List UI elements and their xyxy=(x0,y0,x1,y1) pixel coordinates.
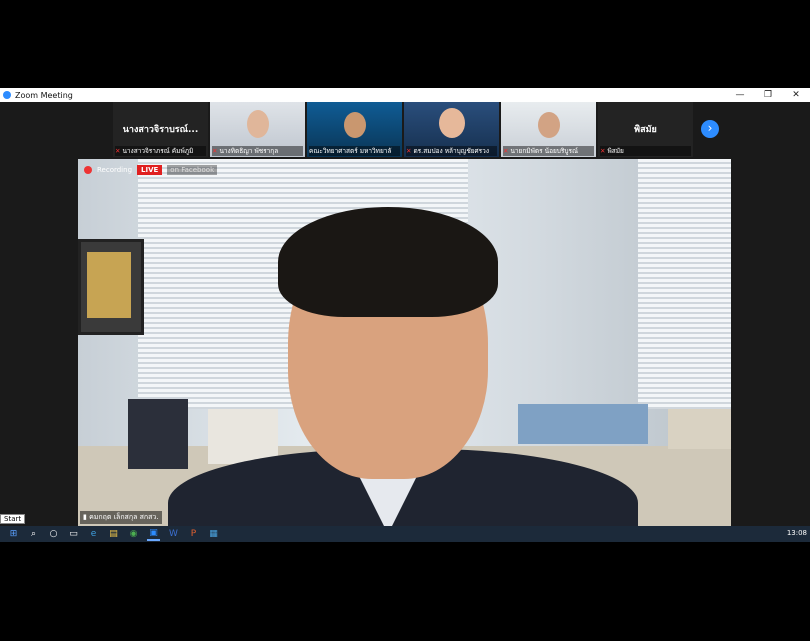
participant-caption: ✕ นางทิตธิญา พัชรากุล xyxy=(212,146,303,156)
participant-caption: ✕ ดร.สมปอง หล้าบุญชัยศรวง xyxy=(406,146,497,156)
participant-caption: คณะวิทยาศาสตร์ มหาวิทยาลั xyxy=(309,146,400,156)
search-icon[interactable]: ⌕ xyxy=(27,528,40,540)
powerpoint-icon[interactable]: P xyxy=(187,528,200,540)
mic-muted-icon: ✕ xyxy=(600,147,606,155)
participant-face xyxy=(537,112,560,138)
edge-icon[interactable]: e xyxy=(87,528,100,540)
participant-tile[interactable]: พิสมัย ✕ พิสมัย xyxy=(598,102,693,157)
active-speaker-video: Recording LIVE on Facebook ▮ คมกฤต เล็กส… xyxy=(78,159,731,526)
live-badge[interactable]: LIVE xyxy=(137,165,163,175)
zoom-icon xyxy=(3,91,11,99)
mic-muted-icon: ✕ xyxy=(212,147,218,155)
participant-tile[interactable]: ✕ ดร.สมปอง หล้าบุญชัยศรวง xyxy=(404,102,499,157)
participant-caption: ✕ นางสาวจิราภรณ์ คัมพ์ภูมิ xyxy=(115,146,206,156)
minimize-button[interactable]: — xyxy=(726,88,754,102)
mic-muted-icon: ✕ xyxy=(503,147,509,155)
window-blind xyxy=(638,159,731,409)
window-title: Zoom Meeting xyxy=(15,90,73,100)
mic-muted-icon: ✕ xyxy=(115,147,121,155)
zoom-icon[interactable]: ▣ xyxy=(147,527,160,541)
speaker-name-label: ▮ คมกฤต เล็กสกุล สกสว. xyxy=(80,511,162,524)
cortana-icon[interactable]: ○ xyxy=(47,528,60,540)
windows-icon[interactable]: ⊞ xyxy=(7,528,20,540)
recording-indicator: Recording LIVE on Facebook xyxy=(84,165,218,175)
explorer-icon[interactable]: ▤ xyxy=(107,528,120,540)
wall-plaque xyxy=(78,239,144,335)
window-controls: — ❐ ✕ xyxy=(726,88,810,102)
book-stack xyxy=(518,404,648,444)
participant-face xyxy=(438,108,465,138)
word-icon[interactable]: W xyxy=(167,528,180,540)
close-button[interactable]: ✕ xyxy=(782,88,810,102)
participant-tile[interactable]: นางสาวจิราบรณ์... ✕ นางสาวจิราภรณ์ คัมพ์ภ… xyxy=(113,102,208,157)
participant-name-large: นางสาวจิราบรณ์... xyxy=(122,125,199,135)
chrome-icon[interactable]: ◉ xyxy=(127,528,140,540)
taskview-icon[interactable]: ▭ xyxy=(67,528,80,540)
participant-face xyxy=(343,112,366,138)
restore-button[interactable]: ❐ xyxy=(754,88,782,102)
participant-tile[interactable]: คณะวิทยาศาสตร์ มหาวิทยาลั xyxy=(307,102,402,157)
participant-tile[interactable]: ✕ นายกมิพัตร น้อยบริบูรณ์ xyxy=(501,102,596,157)
participant-strip: นางสาวจิราบรณ์... ✕ นางสาวจิราภรณ์ คัมพ์ภ… xyxy=(113,102,693,157)
paper-stack xyxy=(668,409,731,449)
paper-stack xyxy=(208,409,278,464)
next-page-icon[interactable]: › xyxy=(701,120,719,138)
participant-caption: ✕ นายกมิพัตร น้อยบริบูรณ์ xyxy=(503,146,594,156)
participant-face xyxy=(246,110,269,138)
app-icon[interactable]: ▦ xyxy=(207,528,220,540)
title-bar: Zoom Meeting — ❐ ✕ xyxy=(0,88,810,102)
participant-name-large: พิสมัย xyxy=(634,125,657,135)
record-icon xyxy=(84,166,92,174)
start-tooltip: Start xyxy=(0,514,26,524)
book-stack xyxy=(128,399,188,469)
signal-icon: ▮ xyxy=(83,513,87,521)
participant-caption: ✕ พิสมัย xyxy=(600,146,691,156)
stream-target[interactable]: on Facebook xyxy=(167,165,218,175)
recording-label: Recording xyxy=(97,166,133,174)
meeting-stage: นางสาวจิราบรณ์... ✕ นางสาวจิราภรณ์ คัมพ์ภ… xyxy=(0,102,810,526)
speaker-hair xyxy=(278,207,498,317)
windows-taskbar: ⊞ ⌕ ○ ▭ e ▤ ◉ ▣ W P ▦ 13:08 xyxy=(0,526,810,542)
participant-tile[interactable]: ✕ นางทิตธิญา พัชรากุล xyxy=(210,102,305,157)
mic-muted-icon: ✕ xyxy=(406,147,412,155)
clock: 13:08 xyxy=(786,529,807,537)
